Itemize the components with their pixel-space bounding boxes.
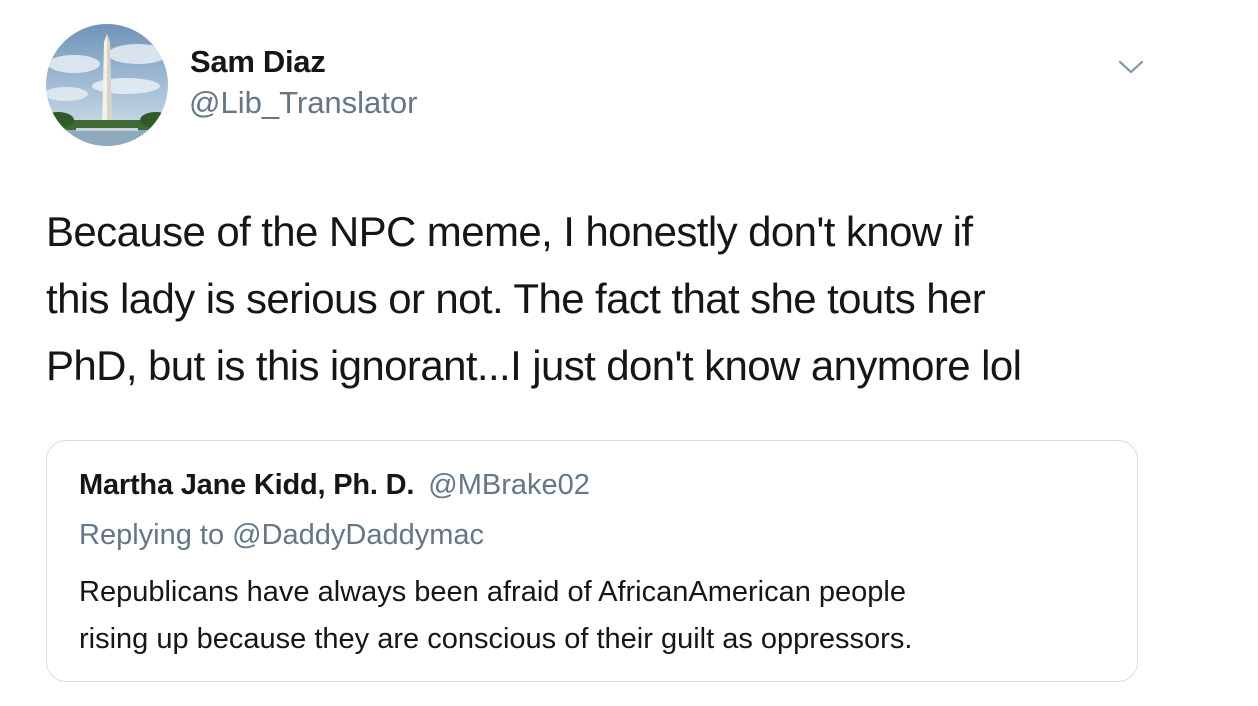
quoted-tweet-header: Martha Jane Kidd, Ph. D. @MBrake02: [79, 469, 590, 502]
tweet-menu-button[interactable]: [1118, 58, 1144, 76]
tweet-text-line: Because of the NPC meme, I honestly don'…: [46, 208, 973, 255]
quoted-author-name: Martha Jane Kidd, Ph. D.: [79, 469, 415, 501]
quoted-tweet-text-line: rising up because they are conscious of …: [79, 623, 913, 655]
quoted-tweet-card[interactable]: Martha Jane Kidd, Ph. D. @MBrake02 Reply…: [46, 440, 1138, 682]
quoted-tweet-text: Republicans have always been afraid of A…: [79, 569, 1119, 663]
tweet-text-line: this lady is serious or not. The fact th…: [46, 275, 986, 322]
quoted-tweet-text-line: Republicans have always been afraid of A…: [79, 576, 906, 608]
tweet-text: Because of the NPC meme, I honestly don'…: [46, 198, 1196, 399]
quoted-author-handle: @MBrake02: [428, 469, 590, 501]
washington-monument-avatar-icon: [46, 24, 168, 146]
chevron-down-icon: [1118, 60, 1144, 74]
replying-to-text: Replying to @DaddyDaddymac: [79, 519, 485, 551]
tweet-text-line: PhD, but is this ignorant...I just don't…: [46, 342, 1022, 389]
author-display-name[interactable]: Sam Diaz: [190, 44, 326, 80]
author-avatar[interactable]: [46, 24, 168, 146]
author-handle[interactable]: @Lib_Translator: [189, 85, 417, 121]
